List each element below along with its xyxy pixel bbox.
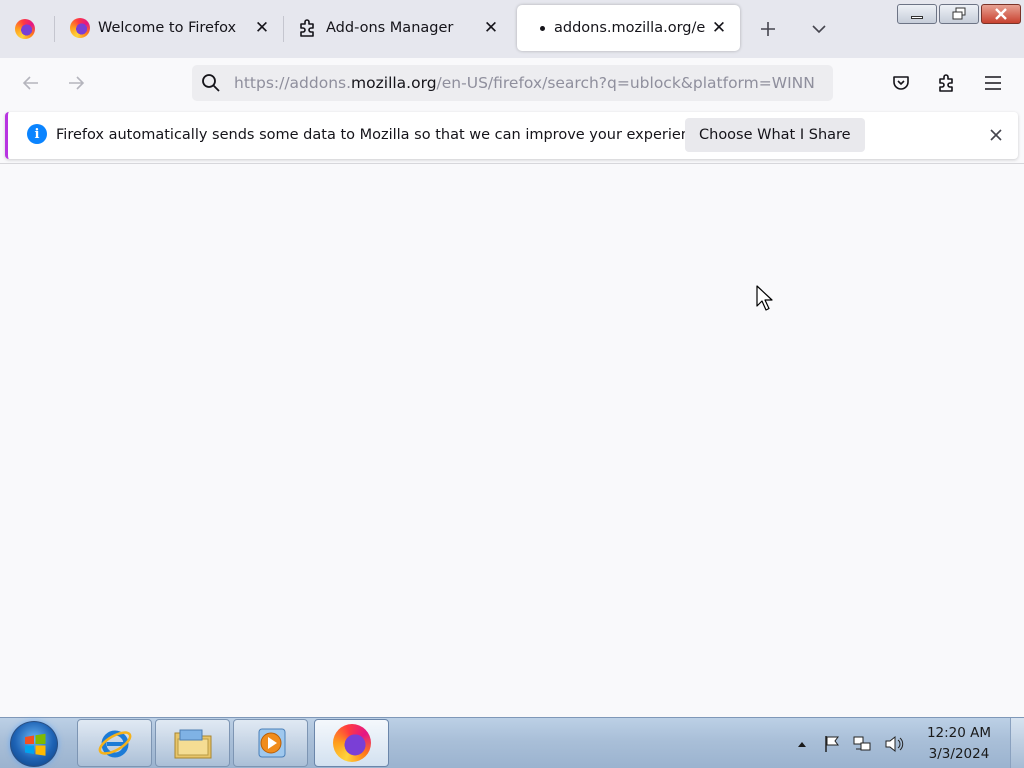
tab-separator	[283, 16, 284, 42]
list-all-tabs-button[interactable]	[805, 15, 833, 43]
arrow-right-icon	[69, 76, 85, 90]
action-center-flag-icon[interactable]	[822, 734, 842, 754]
search-icon	[201, 73, 221, 93]
chevron-up-icon	[798, 742, 806, 747]
page-content-area[interactable]	[0, 164, 1024, 717]
extensions-button[interactable]	[931, 67, 963, 99]
save-to-pocket-button[interactable]	[885, 67, 917, 99]
tab-separator	[54, 16, 55, 42]
data-collection-notification: i Firefox automatically sends some data …	[5, 112, 1018, 159]
volume-icon[interactable]	[884, 734, 904, 754]
close-notification-button[interactable]	[986, 125, 1006, 145]
hamburger-menu-icon	[985, 76, 1001, 90]
tab-label: addons.mozilla.org/en	[554, 20, 706, 36]
url-text[interactable]: https://addons.mozilla.org/en-US/firefox…	[234, 65, 824, 101]
tab-welcome-to-firefox[interactable]: Welcome to Firefox ✕	[60, 5, 280, 51]
chevron-down-icon	[812, 25, 826, 34]
clock-date[interactable]: 3/3/2024	[920, 746, 998, 762]
plus-icon	[761, 22, 775, 36]
address-bar[interactable]: https://addons.mozilla.org/en-US/firefox…	[192, 65, 833, 101]
windows-explorer-icon	[174, 729, 211, 759]
firefox-view-button[interactable]	[11, 15, 39, 43]
info-icon: i	[27, 124, 47, 144]
taskbar-internet-explorer[interactable]	[77, 719, 152, 767]
puzzle-piece-icon	[939, 74, 953, 92]
start-button[interactable]	[10, 721, 58, 767]
tab-addons-mozilla-org[interactable]: addons.mozilla.org/en ✕	[517, 5, 740, 51]
firefox-icon	[15, 19, 35, 39]
restore-button[interactable]	[939, 4, 979, 24]
close-tab-icon[interactable]: ✕	[709, 18, 729, 38]
restore-icon	[952, 7, 966, 20]
taskbar-firefox[interactable]	[314, 719, 389, 767]
windows-logo-icon	[25, 733, 46, 756]
choose-what-i-share-button[interactable]: Choose What I Share	[685, 118, 865, 152]
network-icon[interactable]	[852, 734, 872, 754]
puzzle-piece-icon	[298, 18, 318, 38]
media-player-icon	[258, 728, 285, 758]
tab-label: Add-ons Manager	[326, 20, 454, 36]
firefox-icon	[332, 724, 371, 762]
windows-taskbar: 12:20 AM 3/3/2024	[0, 717, 1024, 768]
close-icon	[990, 129, 1002, 141]
minimize-button[interactable]	[897, 4, 937, 24]
pocket-icon	[893, 76, 909, 90]
tab-strip: Welcome to Firefox ✕ Add-ons Manager ✕ a…	[0, 0, 1024, 58]
show-hidden-icons-button[interactable]	[792, 734, 812, 754]
tab-label: Welcome to Firefox	[98, 20, 237, 36]
back-button[interactable]	[15, 67, 47, 99]
notification-message: Firefox automatically sends some data to…	[56, 127, 712, 143]
mouse-cursor-icon	[756, 285, 774, 315]
navigation-toolbar: https://addons.mozilla.org/en-US/firefox…	[0, 58, 1024, 108]
taskbar-media-player[interactable]	[233, 719, 308, 767]
show-desktop-button[interactable]	[1010, 718, 1024, 768]
url-prefix: https://addons.	[234, 74, 352, 92]
url-suffix: /en-US/firefox/search?q=ublock&platform=…	[436, 74, 815, 92]
tab-add-ons-manager[interactable]: Add-ons Manager ✕	[288, 5, 508, 51]
url-host: mozilla.org	[351, 74, 437, 92]
close-window-button[interactable]	[981, 4, 1021, 24]
minimize-icon	[911, 15, 923, 19]
internet-explorer-icon	[98, 730, 131, 758]
close-tab-icon[interactable]: ✕	[481, 18, 501, 38]
application-menu-button[interactable]	[977, 67, 1009, 99]
close-tab-icon[interactable]: ✕	[252, 18, 272, 38]
loading-dot-icon	[540, 26, 545, 31]
firefox-icon	[70, 18, 90, 38]
arrow-left-icon	[22, 76, 38, 90]
forward-button[interactable]	[60, 67, 92, 99]
new-tab-button[interactable]	[754, 15, 782, 43]
clock-time[interactable]: 12:20 AM	[920, 725, 998, 741]
close-icon	[995, 8, 1007, 20]
taskbar-windows-explorer[interactable]	[155, 719, 230, 767]
